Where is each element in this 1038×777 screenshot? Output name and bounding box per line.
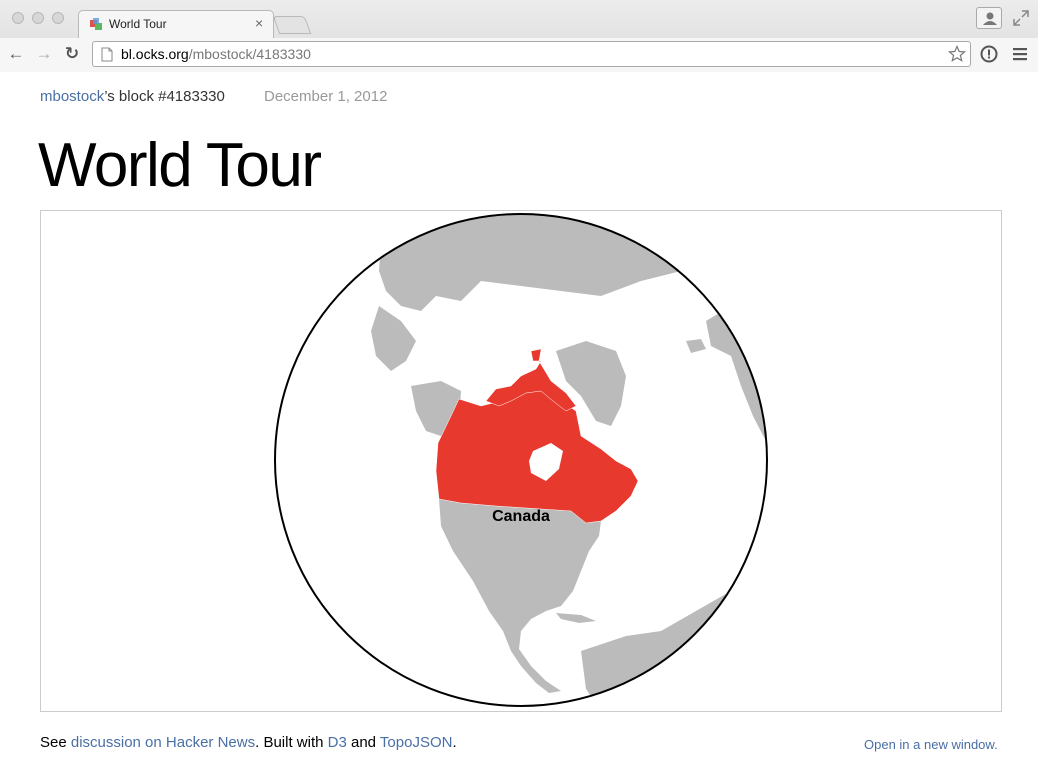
author-link[interactable]: mbostock (40, 88, 104, 105)
tab-title: World Tour (109, 17, 167, 31)
fullscreen-icon[interactable] (1012, 9, 1030, 27)
minimize-window-button[interactable] (32, 12, 44, 24)
url-host: bl.ocks.org (121, 46, 189, 62)
block-id: ’s block #4183330 (104, 88, 225, 105)
page-title: World Tour (38, 131, 322, 200)
person-icon (983, 12, 997, 25)
page-icon (101, 47, 113, 62)
map-frame: Canada (40, 210, 1002, 712)
post-date: December 1, 2012 (264, 88, 388, 105)
new-tab-button[interactable] (272, 16, 312, 34)
footer-and: and (346, 734, 380, 751)
url-text: bl.ocks.org/mbostock/4183330 (121, 46, 311, 62)
bookmark-star-icon[interactable] (948, 45, 966, 63)
url-path: /mbostock/4183330 (188, 46, 311, 62)
footer-period: . (452, 734, 457, 751)
close-window-button[interactable] (12, 12, 24, 24)
browser-chrome: World Tour × ← → ↻ bl.ocks.org/mbostock/… (0, 0, 1038, 72)
tab-strip: World Tour × (0, 0, 1038, 38)
tab-close-icon[interactable]: × (255, 15, 263, 31)
favicon-icon (90, 18, 102, 30)
forward-button[interactable]: → (34, 44, 54, 64)
menu-icon[interactable] (1012, 46, 1028, 62)
reload-button[interactable]: ↻ (62, 44, 82, 64)
zoom-window-button[interactable] (52, 12, 64, 24)
byline: mbostock’s block #4183330 (40, 88, 225, 105)
open-new-window-link[interactable]: Open in a new window. (864, 737, 998, 752)
footer-built-with: . Built with (255, 734, 328, 751)
footer-see: See (40, 734, 71, 751)
footer-text: See discussion on Hacker News. Built wit… (40, 734, 457, 751)
d3-link[interactable]: D3 (328, 734, 347, 751)
hacker-news-link[interactable]: discussion on Hacker News (71, 734, 255, 751)
address-bar[interactable]: bl.ocks.org/mbostock/4183330 (92, 41, 971, 67)
globe-map: Canada (274, 213, 768, 707)
back-button[interactable]: ← (6, 44, 26, 64)
tab-world-tour[interactable]: World Tour × (78, 10, 274, 38)
topojson-link[interactable]: TopoJSON (380, 734, 453, 751)
extension-icon[interactable] (980, 45, 998, 63)
browser-toolbar: ← → ↻ bl.ocks.org/mbostock/4183330 (0, 38, 1038, 72)
profile-button[interactable] (976, 7, 1002, 29)
country-label: Canada (492, 508, 550, 525)
